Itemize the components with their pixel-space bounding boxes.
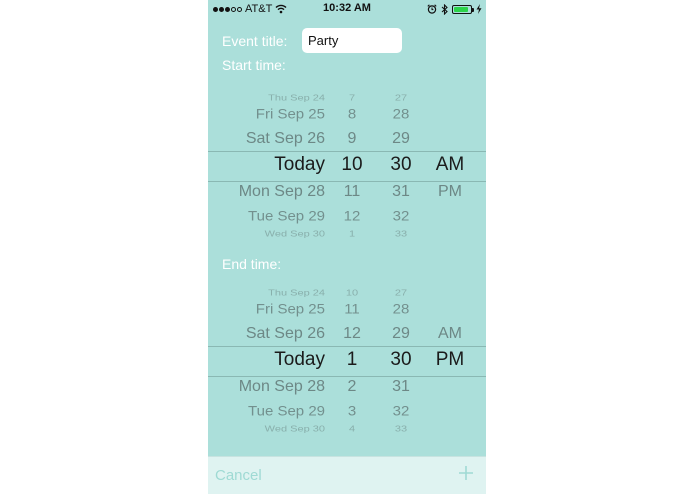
alarm-icon — [427, 4, 437, 14]
battery-level — [454, 6, 469, 12]
picker-date[interactable]: Mon Sep 28 — [208, 378, 325, 396]
charging-bolt-icon — [476, 4, 482, 14]
status-right — [427, 2, 482, 16]
bottom-toolbar: Cancel — [208, 456, 486, 494]
app-screen: AT&T 10:32 AM Event title: Party Start t… — [208, 0, 486, 494]
picker-date[interactable]: Mon Sep 28 — [208, 183, 325, 201]
picker-date[interactable]: Thu Sep 24 — [208, 289, 325, 298]
start-time-label: Start time: — [222, 57, 286, 73]
bluetooth-icon — [441, 3, 448, 15]
picker-minute[interactable]: 28 — [385, 302, 417, 318]
picker-date[interactable]: Fri Sep 25 — [208, 302, 325, 318]
picker-date-selected[interactable]: Today — [208, 349, 325, 371]
picker-minute[interactable]: 33 — [385, 230, 417, 239]
picker-minute[interactable]: 32 — [385, 404, 417, 420]
picker-minute[interactable]: 31 — [385, 378, 417, 396]
event-title-input[interactable] — [302, 28, 402, 53]
picker-minute[interactable]: 33 — [385, 425, 417, 434]
event-title-label: Event title: — [222, 33, 288, 49]
end-time-label: End time: — [222, 256, 282, 272]
picker-date[interactable]: Sat Sep 26 — [208, 325, 325, 343]
picker-minute[interactable]: 29 — [385, 325, 417, 343]
status-bar: AT&T 10:32 AM — [208, 0, 486, 18]
picker-hour[interactable]: 8 — [336, 107, 368, 123]
picker-minute[interactable]: 29 — [385, 130, 417, 148]
picker-date-selected[interactable]: Today — [208, 154, 325, 176]
picker-date[interactable]: Tue Sep 29 — [208, 404, 325, 420]
picker-date[interactable]: Sat Sep 26 — [208, 130, 325, 148]
picker-hour[interactable]: 3 — [336, 404, 368, 420]
plus-icon[interactable] — [458, 465, 474, 481]
picker-hour-selected[interactable]: 10 — [336, 154, 368, 176]
picker-minute-selected[interactable]: 30 — [385, 349, 417, 371]
picker-hour[interactable]: 11 — [336, 183, 368, 201]
picker-minute[interactable]: 32 — [385, 209, 417, 225]
picker-hour[interactable]: 10 — [336, 289, 368, 298]
picker-hour[interactable]: 2 — [336, 378, 368, 396]
picker-date[interactable]: Tue Sep 29 — [208, 209, 325, 225]
picker-hour-selected[interactable]: 1 — [336, 349, 368, 371]
picker-minute[interactable]: 27 — [385, 289, 417, 298]
picker-hour[interactable]: 12 — [336, 325, 368, 343]
picker-date[interactable]: Fri Sep 25 — [208, 107, 325, 123]
picker-hour[interactable]: 1 — [336, 230, 368, 239]
picker-minute[interactable]: 28 — [385, 107, 417, 123]
picker-ampm-selected[interactable]: AM — [432, 154, 468, 176]
picker-minute[interactable]: 27 — [385, 94, 417, 103]
picker-hour[interactable]: 11 — [336, 302, 368, 318]
picker-ampm-selected[interactable]: PM — [432, 349, 468, 371]
picker-minute[interactable]: 31 — [385, 183, 417, 201]
picker-hour[interactable]: 4 — [336, 425, 368, 434]
cancel-button[interactable]: Cancel — [215, 467, 262, 484]
picker-date[interactable]: Wed Sep 30 — [208, 230, 325, 239]
picker-ampm[interactable]: AM — [432, 325, 468, 343]
picker-date[interactable]: Thu Sep 24 — [208, 94, 325, 103]
picker-hour[interactable]: 12 — [336, 209, 368, 225]
start-time-picker[interactable]: Thu Sep 24 7 27 Fri Sep 25 8 28 Sat Sep 26 9 29 T… — [208, 86, 486, 242]
picker-date[interactable]: Wed Sep 30 — [208, 425, 325, 434]
end-time-picker[interactable]: Thu Sep 24 10 27 Fri Sep 25 11 28 Sat Sep 26 12… — [208, 281, 486, 437]
picker-minute-selected[interactable]: 30 — [385, 154, 417, 176]
battery-icon — [452, 4, 474, 14]
picker-hour[interactable]: 9 — [336, 130, 368, 148]
picker-ampm[interactable]: PM — [432, 183, 468, 201]
picker-hour[interactable]: 7 — [336, 94, 368, 103]
